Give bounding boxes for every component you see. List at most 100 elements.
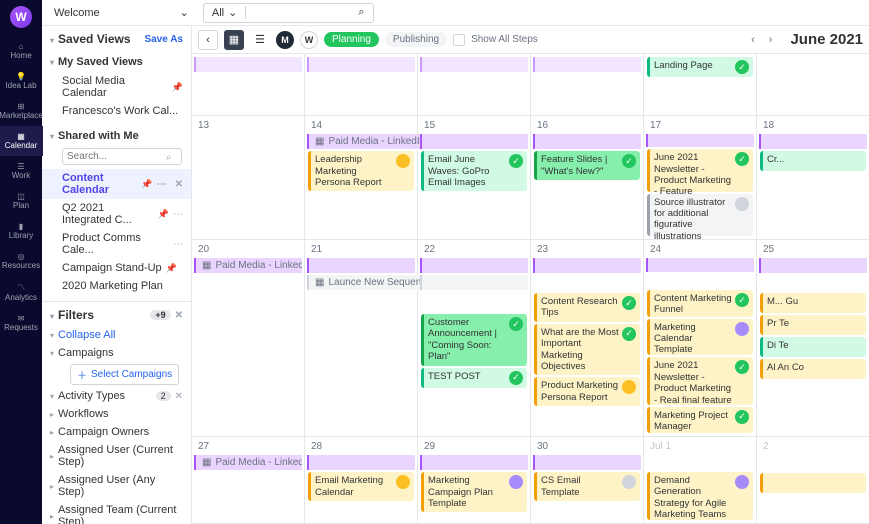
month-prev-icon[interactable]: ‹	[747, 34, 759, 46]
chevron-down-icon[interactable]	[50, 56, 54, 68]
saved-view-item[interactable]: 2020 Marketing Plan	[50, 277, 183, 295]
calendar-view-button[interactable]: ▦	[224, 30, 244, 50]
calendar-card[interactable]: Marketing Project Manager✓	[647, 407, 753, 434]
search-icon[interactable]: ⌕	[166, 152, 172, 163]
calendar-card[interactable]: Di Te	[760, 337, 866, 357]
saved-view-item[interactable]: Campaign Stand-Up 📌	[50, 259, 183, 277]
calendar-card[interactable]: What are the Most Important Marketing Ob…	[534, 324, 640, 376]
search-icon[interactable]: ⌕	[358, 6, 364, 19]
span-event[interactable]	[194, 57, 302, 72]
calendar-day[interactable]: 25 M... GuPr TeDi TeAl An Co	[757, 240, 869, 436]
saved-view-item[interactable]: Social Media Calendar 📌	[50, 72, 183, 102]
calendar-day[interactable]: 30 CS Email Template	[531, 437, 644, 523]
span-event[interactable]	[420, 258, 528, 273]
more-icon[interactable]: ⋯	[157, 179, 167, 190]
calendar-card[interactable]: Leadership Marketing Persona Report	[308, 151, 414, 191]
span-event[interactable]	[420, 57, 528, 72]
avatar-m[interactable]: M	[276, 31, 294, 49]
publishing-pill[interactable]: Publishing	[385, 32, 447, 47]
calendar-card[interactable]: TEST POST✓	[421, 368, 527, 388]
calendar-day[interactable]	[192, 54, 305, 115]
calendar-day[interactable]: 29 Marketing Campaign Plan Template	[418, 437, 531, 523]
more-icon[interactable]: ⋯	[173, 209, 183, 220]
calendar-day[interactable]	[305, 54, 418, 115]
calendar-day[interactable]	[531, 54, 644, 115]
span-event[interactable]	[307, 57, 415, 72]
planning-pill[interactable]: Planning	[324, 32, 379, 47]
more-icon[interactable]: ⋯	[173, 239, 183, 250]
span-event[interactable]	[533, 134, 641, 149]
filter-row[interactable]: Assigned Team (Current Step)	[50, 501, 183, 524]
filter-campaigns[interactable]: Campaigns	[50, 344, 183, 362]
calendar-card[interactable]: Marketing Campaign Plan Template	[421, 472, 527, 512]
calendar-card[interactable]: June 2021 Newsletter - Product Marketing…	[647, 149, 753, 191]
calendar-card[interactable]: CS Email Template	[534, 472, 640, 501]
rail-plan[interactable]: ◫ Plan	[0, 186, 43, 216]
span-event[interactable]	[759, 134, 867, 149]
rail-work[interactable]: ☰ Work	[0, 156, 43, 186]
global-search-input[interactable]	[254, 4, 354, 22]
span-event[interactable]	[420, 275, 528, 290]
app-logo[interactable]: W	[10, 6, 32, 28]
calendar-card[interactable]: M... Gu	[760, 293, 866, 313]
rail-library[interactable]: ▮ Library	[0, 216, 43, 246]
select-campaigns-button[interactable]: ＋ Select Campaigns	[70, 364, 179, 385]
rail-idea-lab[interactable]: 💡 Idea Lab	[0, 66, 43, 96]
calendar-card[interactable]: Email Marketing Calendar	[308, 472, 414, 501]
calendar-day[interactable]	[757, 54, 869, 115]
calendar-card[interactable]: June 2021 Newsletter - Product Marketing…	[647, 357, 753, 404]
calendar-day[interactable]: 27▦ Paid Media - LinkedIn - Gartner MQ	[192, 437, 305, 523]
calendar-card[interactable]: Al An Co	[760, 359, 866, 379]
calendar-day[interactable]: 24 Content Marketing Funnel✓Marketing Ca…	[644, 240, 757, 436]
calendar-day[interactable]: 13	[192, 116, 305, 239]
calendar-day[interactable]: 18 Cr...	[757, 116, 869, 239]
calendar-card[interactable]: Landing Page✓	[647, 57, 753, 77]
save-as-link[interactable]: Save As	[144, 34, 183, 45]
calendar-day[interactable]: 17 June 2021 Newsletter - Product Market…	[644, 116, 757, 239]
calendar-day[interactable]: 15 Email June Waves: GoPro Email Images✓	[418, 116, 531, 239]
span-event[interactable]	[307, 258, 415, 273]
rail-home[interactable]: ⌂ Home	[0, 36, 43, 66]
calendar-day[interactable]: 22 Customer Announcement | "Coming Soon:…	[418, 240, 531, 436]
clear-filters-icon[interactable]: ✕	[175, 310, 183, 321]
span-event[interactable]	[759, 258, 867, 273]
span-event[interactable]	[533, 258, 641, 273]
show-all-checkbox[interactable]	[453, 34, 465, 46]
filter-activity-types[interactable]: Activity Types 2 ✕	[50, 387, 183, 405]
chevron-down-icon[interactable]	[50, 32, 54, 46]
calendar-day[interactable]: 14▦ Paid Media - LinkedIn - Gartner MQLe…	[305, 116, 418, 239]
span-event[interactable]	[307, 455, 415, 470]
span-event[interactable]	[420, 455, 528, 470]
calendar-day[interactable]: 28 Email Marketing Calendar	[305, 437, 418, 523]
calendar-day[interactable]: Landing Page✓	[644, 54, 757, 115]
chevron-down-icon[interactable]	[50, 308, 54, 322]
calendar-card[interactable]	[760, 473, 866, 493]
calendar-card[interactable]: Feature Slides | "What's New?"✓	[534, 151, 640, 180]
saved-view-item[interactable]: Francesco's Work Cal...	[50, 102, 183, 120]
calendar-day[interactable]: 23 Content Research Tips✓What are the Mo…	[531, 240, 644, 436]
close-icon[interactable]: ✕	[175, 179, 183, 190]
calendar-day[interactable]: 20▦ Paid Media - LinkedIn - Gartner MQ	[192, 240, 305, 436]
rail-requests[interactable]: ✉ Requests	[0, 308, 43, 338]
span-event[interactable]: ▦ Paid Media - LinkedIn - Gartner MQ	[194, 258, 302, 273]
calendar-day[interactable]: Jul 1Demand Generation Strategy for Agil…	[644, 437, 757, 523]
filter-row[interactable]: Assigned User (Current Step)	[50, 441, 183, 471]
calendar-card[interactable]: Customer Announcement | "Coming Soon: Pl…	[421, 314, 527, 366]
list-view-button[interactable]: ☰	[250, 30, 270, 50]
prev-button[interactable]: ‹	[198, 30, 218, 50]
calendar-card[interactable]: Email June Waves: GoPro Email Images✓	[421, 151, 527, 191]
clear-filter-icon[interactable]: ✕	[175, 391, 183, 402]
saved-view-item-active[interactable]: Content Calendar 📌 ⋯ ✕	[42, 169, 191, 199]
calendar-card[interactable]: Cr...	[760, 151, 866, 171]
rail-resources[interactable]: ◎ Resources	[0, 246, 43, 276]
collapse-all-link[interactable]: Collapse All	[50, 326, 183, 344]
calendar-card[interactable]: Product Marketing Persona Report	[534, 377, 640, 406]
calendar-day[interactable]	[418, 54, 531, 115]
filter-row[interactable]: Assigned User (Any Step)	[50, 471, 183, 501]
rail-calendar[interactable]: ▦ Calendar	[0, 126, 43, 156]
span-event[interactable]	[646, 258, 754, 272]
saved-view-item[interactable]: Q2 2021 Integrated C... 📌 ⋯	[50, 199, 183, 229]
month-next-icon[interactable]: ›	[765, 34, 777, 46]
calendar-card[interactable]: Source illustrator for additional figura…	[647, 194, 753, 236]
span-event[interactable]	[533, 57, 641, 72]
